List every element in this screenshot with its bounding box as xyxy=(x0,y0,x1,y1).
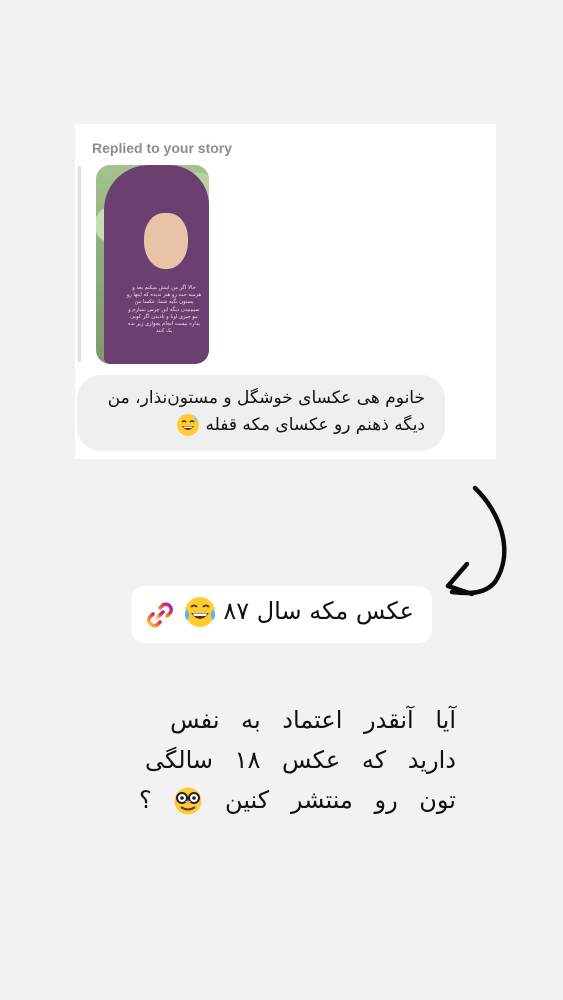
sweat-smile-emoji xyxy=(177,414,200,436)
story-overlay-text: حالا اگر من اینش میکنم بعد و هرمیه حت رو… xyxy=(126,285,202,335)
question-mark: ؟ xyxy=(139,786,152,814)
replied-label: Replied to your story xyxy=(92,140,233,156)
message-bubble[interactable]: خانوم هی عکسای خوشگل و مستون‌نذار، من دی… xyxy=(77,375,445,451)
hand-drawn-curved-arrow-icon xyxy=(445,485,507,597)
link-sticker-text: عکس مکه سال ۸۷ xyxy=(223,597,414,625)
quote-bar xyxy=(78,166,81,362)
message-body: خانوم هی عکسای خوشگل و مستون‌نذار، من دی… xyxy=(107,388,425,435)
story-thumbnail[interactable]: حالا اگر من اینش میکنم بعد و هرمیه حت رو… xyxy=(96,165,209,364)
tears-of-joy-emoji xyxy=(185,597,215,627)
message-text: خانوم هی عکسای خوشگل و مستون‌نذار، من دی… xyxy=(79,385,425,439)
disguised-face-emoji xyxy=(174,787,202,815)
story-reply-card: Replied to your story حالا اگر من اینش م… xyxy=(75,124,496,459)
link-sticker[interactable]: عکس مکه سال ۸۷ xyxy=(131,586,432,643)
thumbnail-face xyxy=(144,213,188,269)
question-caption: آیا آنقدر اعتماد به نفس دارید که عکس ۱۸ … xyxy=(108,700,456,820)
link-icon xyxy=(147,602,173,628)
